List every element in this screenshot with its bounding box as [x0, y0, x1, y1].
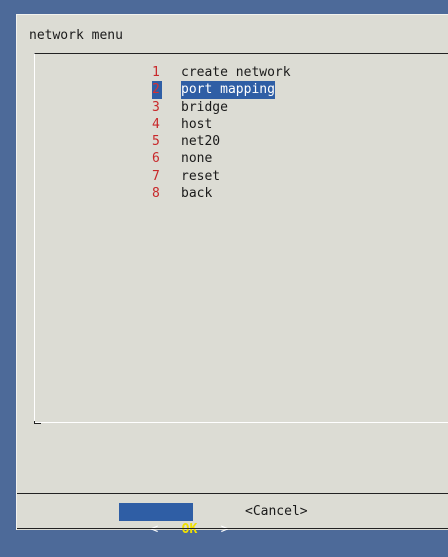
- menu-item-number: 7: [152, 168, 160, 184]
- menu-item-net20[interactable]: 5 net20: [152, 133, 291, 150]
- menu-item-label: bridge: [181, 99, 228, 115]
- menu-item-label: create network: [181, 65, 291, 80]
- menu-item-number: 5: [152, 134, 160, 150]
- button-bar-divider: [17, 493, 448, 494]
- menu-item-number: 6: [152, 151, 160, 167]
- dialog-title: network menu: [29, 28, 123, 43]
- menu-item-host[interactable]: 4 host: [152, 116, 291, 133]
- ok-button[interactable]: < OK >: [119, 503, 229, 537]
- menu-item-label: none: [181, 151, 213, 167]
- menu-item-label: port mapping: [181, 81, 275, 99]
- menu-box-corner: [34, 421, 41, 424]
- menu-item-port-mapping[interactable]: 2 port mapping: [152, 81, 291, 99]
- menu-item-reset[interactable]: 7 reset: [152, 168, 291, 185]
- menu-item-bridge[interactable]: 3 bridge: [152, 99, 291, 116]
- dialog-bottom-border: [17, 528, 448, 529]
- menu-item-number: 1: [152, 65, 160, 80]
- menu-item-label: host: [181, 116, 213, 132]
- menu-item-create-network[interactable]: 1 create network: [152, 64, 291, 81]
- menu-list: 1 create network 2 port mapping 3 bridge 4 h…: [152, 64, 291, 202]
- menu-item-number: 3: [152, 99, 160, 115]
- menu-item-number: 8: [152, 186, 160, 202]
- menu-item-label: net20: [181, 134, 221, 150]
- menu-item-number: 2: [152, 81, 162, 99]
- menu-item-label: back: [181, 186, 213, 202]
- menu-item-back[interactable]: 8 back: [152, 185, 291, 202]
- network-menu-dialog: network menu 1 create network 2 port mappi…: [16, 14, 448, 537]
- cancel-button[interactable]: <Cancel>: [245, 503, 308, 521]
- menu-item-number: 4: [152, 116, 160, 132]
- menu-item-label: reset: [181, 168, 221, 184]
- menu-item-none[interactable]: 6 none: [152, 150, 291, 167]
